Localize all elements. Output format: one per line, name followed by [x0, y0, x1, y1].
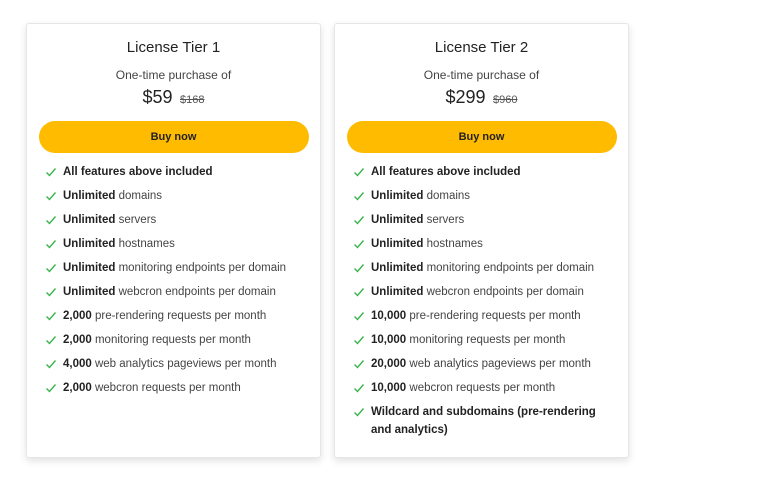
check-icon — [354, 168, 365, 177]
feature-highlight: Unlimited — [63, 262, 116, 274]
feature-text: webcron endpoints per domain — [423, 286, 584, 298]
check-icon — [46, 192, 57, 201]
check-icon — [46, 240, 57, 249]
check-icon — [354, 288, 365, 297]
feature-list: All features above included Unlimited dom… — [335, 163, 628, 439]
check-icon — [354, 408, 365, 417]
tier-subtitle: One-time purchase of — [115, 68, 232, 82]
check-icon — [46, 360, 57, 369]
feature-highlight: 4,000 — [63, 358, 92, 370]
feature-text: monitoring requests per month — [406, 334, 566, 346]
feature-text: domains — [115, 190, 163, 202]
tier-title: License Tier 2 — [434, 39, 529, 56]
feature-item: 10,000 monitoring requests per month — [353, 331, 616, 349]
feature-highlight: 10,000 — [371, 310, 407, 322]
feature-text: monitoring endpoints per domain — [423, 262, 595, 274]
feature-text: pre-rendering requests per month — [91, 310, 267, 322]
check-icon — [354, 240, 365, 249]
check-icon — [46, 288, 57, 297]
feature-highlight: Unlimited — [371, 262, 424, 274]
feature-text: webcron requests per month — [406, 382, 556, 394]
feature-highlight: 10,000 — [371, 382, 407, 394]
check-icon — [354, 384, 365, 393]
feature-item: 20,000 web analytics pageviews per month — [353, 355, 616, 373]
check-icon — [46, 336, 57, 345]
feature-list: All features above included Unlimited dom… — [27, 163, 320, 397]
feature-highlight: Unlimited — [371, 238, 424, 250]
feature-item: All features above included — [353, 163, 616, 181]
feature-text: webcron requests per month — [91, 382, 241, 394]
feature-item: 4,000 web analytics pageviews per month — [45, 355, 308, 373]
feature-text: monitoring requests per month — [91, 334, 251, 346]
feature-item: Unlimited monitoring endpoints per domai… — [45, 259, 308, 277]
feature-highlight: 2,000 — [63, 382, 92, 394]
check-icon — [354, 192, 365, 201]
feature-text: servers — [423, 214, 465, 226]
feature-text: domains — [423, 190, 471, 202]
feature-item: All features above included — [45, 163, 308, 181]
feature-text: pre-rendering requests per month — [406, 310, 581, 322]
check-icon — [354, 360, 365, 369]
old-price: $168 — [180, 94, 205, 106]
check-icon — [46, 312, 57, 321]
feature-text: web analytics pageviews per month — [406, 358, 591, 370]
feature-text: monitoring endpoints per domain — [115, 262, 287, 274]
feature-text: hostnames — [423, 238, 483, 250]
feature-item: Unlimited hostnames — [45, 235, 308, 253]
tier-title: License Tier 1 — [126, 39, 221, 56]
price: $59 — [142, 87, 173, 107]
feature-text: servers — [115, 214, 157, 226]
feature-item: Unlimited servers — [353, 211, 616, 229]
feature-item: 2,000 pre-rendering requests per month — [45, 307, 308, 325]
check-icon — [46, 216, 57, 225]
check-icon — [46, 264, 57, 273]
feature-item: 10,000 pre-rendering requests per month — [353, 307, 616, 325]
tier-subtitle: One-time purchase of — [423, 68, 540, 82]
feature-item: Unlimited monitoring endpoints per domai… — [353, 259, 616, 277]
feature-item: Wildcard and subdomains (pre-rendering a… — [353, 403, 616, 439]
feature-item: 2,000 webcron requests per month — [45, 379, 308, 397]
feature-item: Unlimited hostnames — [353, 235, 616, 253]
buy-now-button[interactable]: Buy now — [38, 121, 309, 153]
feature-item: 10,000 webcron requests per month — [353, 379, 616, 397]
feature-highlight: 2,000 — [63, 334, 92, 346]
pricing-card-tier-2: License Tier 2 One-time purchase of $299… — [334, 23, 629, 458]
check-icon — [46, 384, 57, 393]
check-icon — [354, 312, 365, 321]
check-icon — [354, 336, 365, 345]
feature-highlight: 20,000 — [371, 358, 407, 370]
check-icon — [354, 264, 365, 273]
price-row: $299 $960 — [335, 85, 628, 109]
feature-highlight: Unlimited — [63, 238, 116, 250]
feature-highlight: 2,000 — [63, 310, 92, 322]
feature-highlight: Unlimited — [371, 214, 424, 226]
feature-item: Unlimited servers — [45, 211, 308, 229]
feature-highlight: Unlimited — [63, 214, 116, 226]
feature-text: hostnames — [115, 238, 175, 250]
feature-highlight: Unlimited — [63, 190, 116, 202]
feature-highlight: 10,000 — [371, 334, 407, 346]
feature-text: web analytics pageviews per month — [91, 358, 277, 370]
pricing-card-tier-1: License Tier 1 One-time purchase of $59 … — [26, 23, 321, 458]
feature-highlight: Unlimited — [371, 190, 424, 202]
feature-highlight: All features above included — [371, 166, 521, 178]
feature-item: Unlimited domains — [45, 187, 308, 205]
price-row: $59 $168 — [27, 85, 320, 109]
feature-highlight: Wildcard and subdomains (pre-rendering a… — [371, 406, 596, 436]
check-icon — [46, 168, 57, 177]
feature-item: Unlimited domains — [353, 187, 616, 205]
feature-highlight: All features above included — [63, 166, 213, 178]
feature-highlight: Unlimited — [63, 286, 116, 298]
old-price: $960 — [493, 94, 518, 106]
feature-text: webcron endpoints per domain — [115, 286, 276, 298]
check-icon — [354, 216, 365, 225]
feature-item: Unlimited webcron endpoints per domain — [45, 283, 308, 301]
buy-now-button[interactable]: Buy now — [346, 121, 617, 153]
price: $299 — [445, 87, 486, 107]
feature-item: Unlimited webcron endpoints per domain — [353, 283, 616, 301]
feature-item: 2,000 monitoring requests per month — [45, 331, 308, 349]
feature-highlight: Unlimited — [371, 286, 424, 298]
